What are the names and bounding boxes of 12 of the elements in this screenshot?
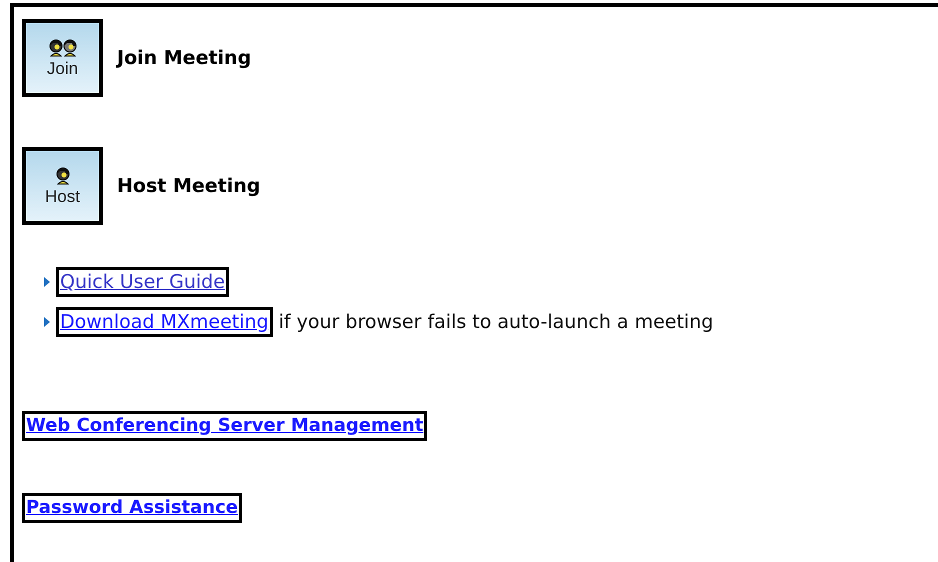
admin-link[interactable]: Password Assistance (22, 493, 242, 523)
link-note: if your browser fails to auto-launch a meeting (278, 311, 714, 333)
resource-link[interactable]: Download MXmeeting (56, 307, 273, 337)
person-icon (54, 166, 72, 186)
action-title: Host Meeting (117, 175, 260, 197)
resource-link[interactable]: Quick User Guide (56, 267, 229, 297)
admin-link[interactable]: Web Conferencing Server Management (22, 411, 428, 441)
bullet-arrow-icon (44, 277, 50, 287)
join-meeting-button[interactable]: Join (22, 19, 103, 97)
host-meeting-button[interactable]: Host (22, 147, 103, 225)
bullet-arrow-icon (44, 317, 50, 327)
action-title: Join Meeting (117, 47, 252, 69)
